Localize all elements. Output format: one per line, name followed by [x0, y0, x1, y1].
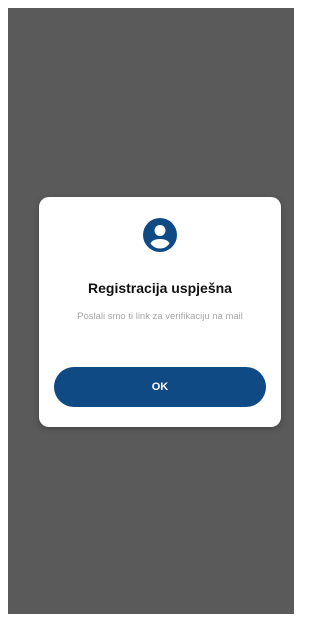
device-frame: Registracija uspješna Poslali smo ti lin…: [0, 0, 303, 621]
modal-overlay[interactable]: Registracija uspješna Poslali smo ti lin…: [8, 8, 294, 614]
dialog-title: Registracija uspješna: [88, 280, 232, 296]
ok-button[interactable]: OK: [54, 367, 266, 407]
success-dialog: Registracija uspješna Poslali smo ti lin…: [39, 197, 281, 427]
user-circle-icon-svg: [143, 218, 177, 252]
dialog-message: Poslali smo ti link za verifikaciju na m…: [77, 311, 243, 322]
user-circle-icon: [39, 217, 281, 257]
